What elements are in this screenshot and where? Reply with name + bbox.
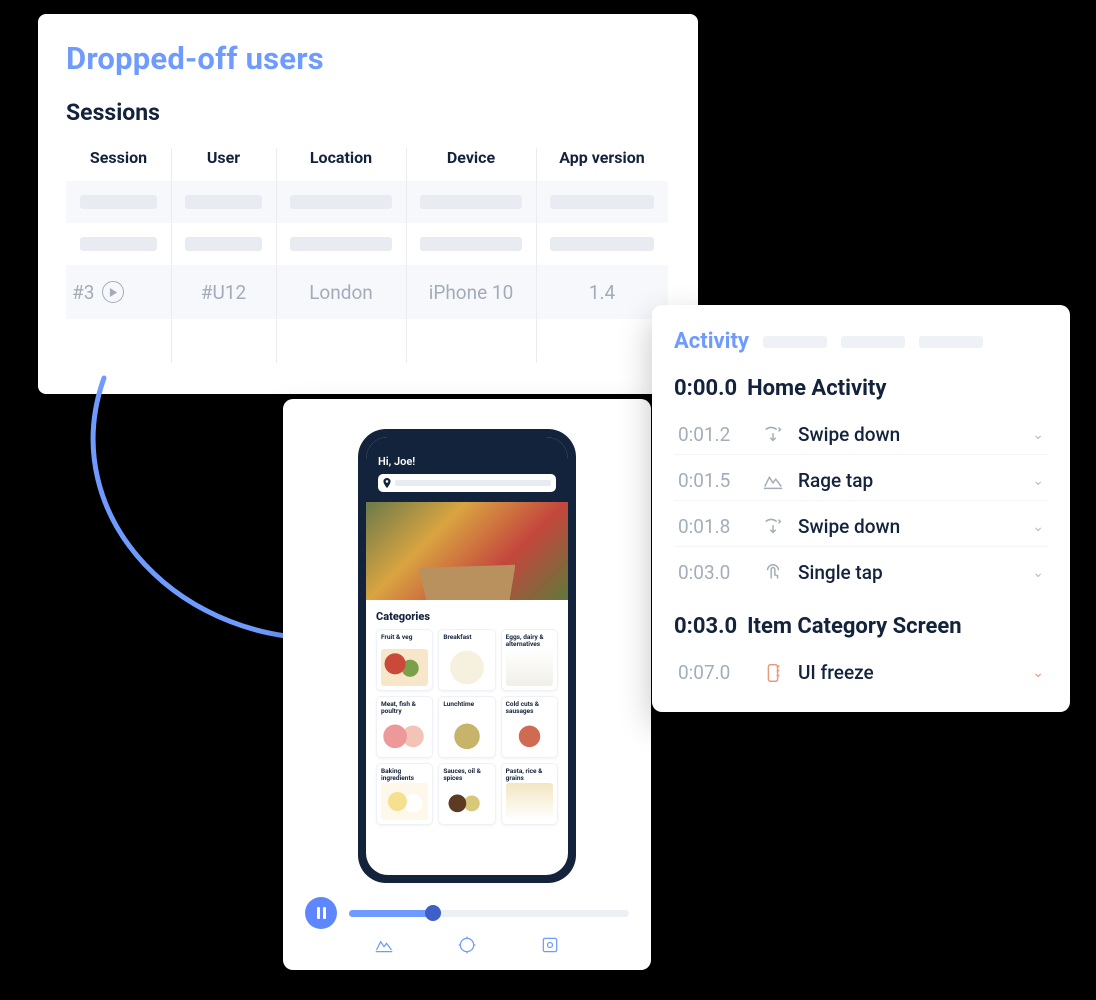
event-row[interactable]: 0:07.0 UI freeze ⌄ [674, 653, 1048, 692]
device: iPhone 10 [406, 281, 536, 304]
event-row[interactable]: 0:01.8 Swipe down ⌄ [674, 507, 1048, 547]
greeting: Hi, Joe! [378, 455, 556, 468]
tab[interactable] [763, 336, 827, 348]
event-row[interactable]: 0:01.5 Rage tap ⌄ [674, 461, 1048, 501]
app-version: 1.4 [536, 281, 668, 304]
rage-tap-icon [762, 470, 784, 492]
category-tile[interactable]: Sauces, oil & spices [438, 763, 495, 825]
col-device[interactable]: Device [406, 148, 536, 181]
sessions-card: Dropped-off users Sessions Session User … [38, 14, 698, 394]
category-tile[interactable]: Fruit & veg [376, 629, 433, 691]
tab[interactable] [919, 336, 983, 348]
screen-filter-icon[interactable] [540, 935, 560, 955]
category-tile[interactable]: Cold cuts & sausages [501, 696, 558, 758]
swipe-down-icon [762, 516, 784, 538]
category-tile[interactable]: Baking ingredients [376, 763, 433, 825]
seek-slider[interactable] [349, 910, 629, 917]
pause-button[interactable] [305, 897, 337, 929]
category-tile[interactable]: Pasta, rice & grains [501, 763, 558, 825]
chevron-down-icon: ⌄ [1032, 473, 1044, 489]
screen-heading: 0:00.0 Home Activity [674, 376, 1048, 401]
activity-panel: Activity 0:00.0 Home Activity 0:01.2 Swi… [652, 305, 1070, 712]
sessions-table: Session User Location Device App version… [66, 148, 670, 319]
search-input[interactable] [378, 474, 556, 492]
col-app-version[interactable]: App version [536, 148, 668, 181]
col-location[interactable]: Location [276, 148, 406, 181]
screen-heading: 0:03.0 Item Category Screen [674, 614, 1048, 639]
table-row[interactable] [66, 181, 668, 223]
categories-heading: Categories [376, 610, 558, 623]
col-user[interactable]: User [171, 148, 276, 181]
table-row[interactable] [66, 223, 668, 265]
tab[interactable] [841, 336, 905, 348]
device-frame: Hi, Joe! Categories Fruit & veg Breakfas… [358, 429, 576, 883]
single-tap-icon [762, 562, 784, 584]
swipe-down-icon [762, 424, 784, 446]
chevron-down-icon: ⌄ [1032, 565, 1044, 581]
page-title: Dropped-off users [66, 40, 670, 77]
chevron-down-icon: ⌄ [1032, 427, 1044, 443]
play-icon[interactable] [102, 281, 124, 303]
tap-filter-icon[interactable] [457, 935, 477, 955]
event-row[interactable]: 0:03.0 Single tap ⌄ [674, 553, 1048, 592]
device-screen: Hi, Joe! Categories Fruit & veg Breakfas… [366, 437, 568, 875]
activity-tab[interactable]: Activity [674, 329, 749, 354]
event-row[interactable]: 0:01.2 Swipe down ⌄ [674, 415, 1048, 455]
session-id: #3 [72, 281, 94, 304]
table-row[interactable]: #3 #U12 London iPhone 10 1.4 [66, 265, 668, 319]
session-player: Hi, Joe! Categories Fruit & veg Breakfas… [283, 399, 651, 970]
user-id: #U12 [171, 281, 276, 304]
chevron-down-icon: ⌄ [1032, 519, 1044, 535]
hero-image [366, 502, 568, 600]
ui-freeze-icon [762, 662, 784, 684]
pin-icon [383, 478, 391, 488]
category-tile[interactable]: Eggs, dairy & alternatives [501, 629, 558, 691]
chevron-down-icon: ⌄ [1032, 665, 1044, 681]
rage-tap-filter-icon[interactable] [374, 935, 394, 955]
sessions-subtitle: Sessions [66, 99, 670, 126]
category-tile[interactable]: Lunchtime [438, 696, 495, 758]
location: London [276, 281, 406, 304]
col-session[interactable]: Session [66, 148, 171, 181]
category-tile[interactable]: Breakfast [438, 629, 495, 691]
category-tile[interactable]: Meat, fish & poultry [376, 696, 433, 758]
